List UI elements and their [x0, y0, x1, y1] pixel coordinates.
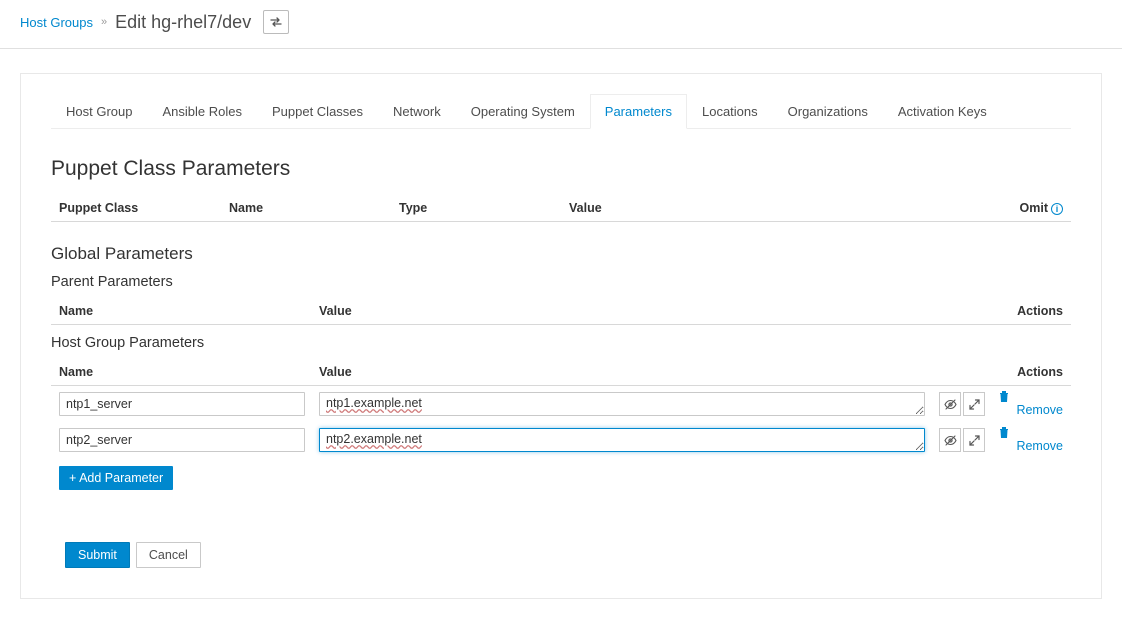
submit-button[interactable]: Submit — [65, 542, 130, 568]
hide-value-button[interactable] — [939, 392, 961, 416]
hg-table-header: Name Value Actions — [51, 359, 1071, 386]
puppet-table-header: Puppet Class Name Type Value Omiti — [51, 195, 1071, 222]
eye-slash-icon — [944, 399, 957, 410]
tab-host-group[interactable]: Host Group — [51, 94, 147, 129]
page-title: Edit hg-rhel7/dev — [115, 12, 251, 33]
remove-param-link[interactable]: Remove — [999, 427, 1063, 453]
col-name: Name — [59, 304, 319, 318]
hide-value-button[interactable] — [939, 428, 961, 452]
tab-activation-keys[interactable]: Activation Keys — [883, 94, 1002, 129]
remove-label: Remove — [1016, 439, 1063, 453]
col-name: Name — [229, 201, 399, 215]
puppet-params-heading: Puppet Class Parameters — [51, 157, 1071, 181]
col-type: Type — [399, 201, 569, 215]
breadcrumb-root-link[interactable]: Host Groups — [20, 15, 93, 30]
parent-table-header: Name Value Actions — [51, 298, 1071, 325]
col-actions: Actions — [993, 365, 1063, 379]
tab-network[interactable]: Network — [378, 94, 456, 129]
tab-organizations[interactable]: Organizations — [773, 94, 883, 129]
col-value: Value — [569, 201, 1003, 215]
col-name: Name — [59, 365, 319, 379]
add-parameter-button[interactable]: + Add Parameter — [59, 466, 173, 490]
hg-params-heading: Host Group Parameters — [51, 335, 1071, 351]
tabs: Host GroupAnsible RolesPuppet ClassesNet… — [51, 94, 1071, 129]
eye-slash-icon — [944, 435, 957, 446]
col-value: Value — [319, 304, 993, 318]
col-actions: Actions — [993, 304, 1063, 318]
param-row: ntp1.example.net Remove — [51, 386, 1071, 422]
param-name-input[interactable] — [59, 392, 305, 416]
param-value-input[interactable]: ntp2.example.net — [319, 428, 925, 452]
expand-value-button[interactable] — [963, 428, 985, 452]
param-name-input[interactable] — [59, 428, 305, 452]
panel: Host GroupAnsible RolesPuppet ClassesNet… — [20, 73, 1102, 599]
col-omit: Omiti — [1003, 201, 1063, 215]
trash-icon — [999, 427, 1063, 438]
expand-icon — [969, 435, 980, 446]
tab-operating-system[interactable]: Operating System — [456, 94, 590, 129]
info-icon[interactable]: i — [1051, 203, 1063, 215]
col-puppet-class: Puppet Class — [59, 201, 229, 215]
remove-label: Remove — [1016, 403, 1063, 417]
col-value: Value — [319, 365, 993, 379]
parent-params-heading: Parent Parameters — [51, 274, 1071, 290]
swap-button[interactable] — [263, 10, 289, 34]
param-value-input[interactable]: ntp1.example.net — [319, 392, 925, 416]
tab-locations[interactable]: Locations — [687, 94, 773, 129]
swap-icon — [270, 17, 282, 27]
tab-parameters[interactable]: Parameters — [590, 94, 687, 129]
tab-puppet-classes[interactable]: Puppet Classes — [257, 94, 378, 129]
global-params-heading: Global Parameters — [51, 244, 1071, 264]
param-row: ntp2.example.net Remove — [51, 422, 1071, 458]
hg-rows: ntp1.example.net Removentp2.example.net … — [51, 386, 1071, 458]
tab-ansible-roles[interactable]: Ansible Roles — [147, 94, 257, 129]
breadcrumb: Host Groups » Edit hg-rhel7/dev — [0, 0, 1122, 49]
form-actions: Submit Cancel — [51, 542, 1071, 568]
expand-value-button[interactable] — [963, 392, 985, 416]
remove-param-link[interactable]: Remove — [999, 391, 1063, 417]
trash-icon — [999, 391, 1063, 402]
expand-icon — [969, 399, 980, 410]
cancel-button[interactable]: Cancel — [136, 542, 201, 568]
breadcrumb-separator: » — [101, 16, 107, 28]
